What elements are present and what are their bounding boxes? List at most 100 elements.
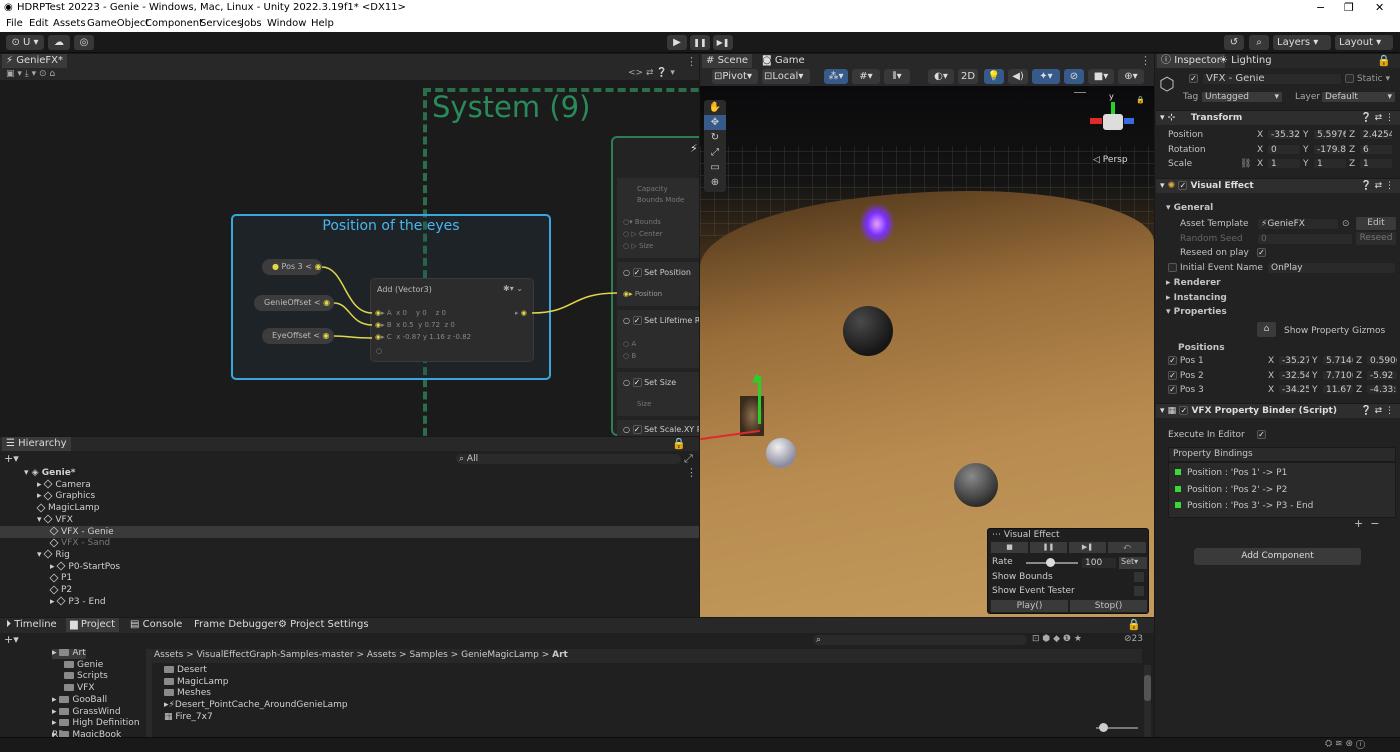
project-tree-item[interactable]: VFX [64, 682, 95, 694]
snap-icon[interactable]: ⁂▾ [824, 69, 848, 84]
binding-item[interactable]: Position : 'Pos 3' -> P3 - End [1175, 501, 1313, 511]
position-row-label[interactable]: ✓ Pos 1 [1168, 356, 1204, 366]
lock-icon[interactable]: 🔒 [1136, 96, 1145, 104]
minimize-button[interactable]: − [1316, 1, 1325, 14]
file-item[interactable]: Desert [164, 664, 207, 676]
tab-hierarchy[interactable]: ☰ Hierarchy [2, 437, 71, 451]
vfx-toolbar-right-icons[interactable]: <> ⇄ ❔ ▾ [628, 68, 675, 78]
asset-template-field[interactable]: ⚡GenieFX [1257, 218, 1339, 230]
tab-timeline[interactable]: ⏵ Timeline [2, 618, 61, 632]
hierarchy-item[interactable]: P1 [0, 572, 699, 584]
renderer-foldout[interactable]: ▸ Renderer [1166, 278, 1221, 288]
tab-project-settings[interactable]: ⚙ Project Settings [274, 618, 373, 632]
tab-geniefx[interactable]: ⚡ GenieFX* [2, 54, 67, 68]
stop-event-button[interactable]: Stop() [1070, 600, 1147, 612]
position-row-label[interactable]: ✓ Pos 2 [1168, 370, 1204, 381]
camera-icon[interactable]: ■▾ [1088, 69, 1114, 84]
overlay-stop-icon[interactable]: ■ [991, 542, 1028, 553]
audio-icon[interactable]: ◀) [1008, 69, 1028, 84]
breadcrumb-item[interactable]: Assets [154, 650, 183, 660]
object-picker-icon[interactable]: ⊙ [1342, 219, 1350, 229]
breadcrumb-item[interactable]: Samples [409, 650, 447, 660]
project-filter-icons[interactable]: ⊡ ⬢ ◆ ❶ ★ [1032, 634, 1082, 644]
menu-help[interactable]: Help [311, 18, 334, 29]
hierarchy-item[interactable]: ▾ Rig [0, 549, 699, 561]
project-tree-item[interactable]: ▸ MagicBook [52, 729, 121, 737]
layers-dropdown[interactable]: Layers ▾ [1273, 35, 1331, 50]
override-checkbox[interactable]: ✓ [1168, 370, 1177, 380]
gizmo-toggle-icon[interactable]: ⌂ [1257, 322, 1276, 337]
hand-tool-icon[interactable]: ✋ [704, 100, 726, 115]
tab-lighting[interactable]: ☀ Lighting [1215, 54, 1276, 68]
breadcrumb-item[interactable]: GenieMagicLamp [461, 650, 539, 660]
menu-component[interactable]: Component [145, 18, 203, 29]
hierarchy-item[interactable]: ▸ Camera [0, 479, 699, 491]
breadcrumb-item[interactable]: VisualEffectGraph-Samples-master [197, 650, 354, 660]
step-button[interactable]: ▶❚ [713, 35, 733, 50]
show-event-tester-checkbox[interactable] [1134, 586, 1144, 596]
overlay-step-icon[interactable]: ▶❚ [1069, 542, 1106, 553]
persp-label[interactable]: ◁ Persp [1093, 155, 1128, 165]
move-tool-icon[interactable]: ✥ [704, 115, 726, 130]
create-button[interactable]: +▾ [4, 452, 19, 465]
file-item[interactable]: ▦ Fire_7x7 [164, 711, 213, 723]
overlay-pause-icon[interactable]: ❚❚ [1030, 542, 1067, 553]
override-checkbox[interactable]: ✓ [1168, 356, 1177, 365]
project-tree-item[interactable]: Scripts [64, 670, 108, 682]
rotate-tool-icon[interactable]: ↻ [704, 130, 726, 145]
override-checkbox[interactable]: ✓ [1168, 385, 1177, 395]
visual-effect-header[interactable]: ▾ ✺ ✓ Visual Effect ❔ ⇄ ⋮ [1156, 178, 1400, 193]
reseed-button[interactable]: Reseed [1356, 232, 1396, 245]
general-foldout[interactable]: ▾ General [1166, 203, 1213, 213]
file-item[interactable]: ▸⚡Desert_PointCache_AroundGenieLamp [164, 699, 348, 711]
hierarchy-item[interactable]: ▾ ◈ Genie* [0, 467, 699, 479]
sphere-pos2[interactable] [954, 463, 998, 507]
object-name-field[interactable]: VFX - Genie [1202, 73, 1342, 85]
properties-foldout[interactable]: ▾ Properties [1166, 307, 1227, 317]
project-search[interactable]: ⌕ [812, 634, 1028, 646]
hidden-icon[interactable]: ⊘ [1064, 69, 1084, 84]
effects-icon[interactable]: ✦▾ [1032, 69, 1060, 84]
sphere-pos3[interactable] [766, 438, 796, 468]
rect-tool-icon[interactable]: ▭ [704, 160, 726, 175]
pos-row-x-field[interactable]: -34.25 [1278, 384, 1310, 396]
scene-menu-icon[interactable]: ⋮ [1140, 54, 1151, 67]
status-icons[interactable]: ⛭ ≋ ⊛ ⓘ [1325, 739, 1365, 749]
local-dropdown[interactable]: ⊡Local▾ [762, 69, 810, 84]
overlay-restart-icon[interactable]: ⤺ [1108, 542, 1146, 553]
collab-icon[interactable]: ◎ [74, 35, 94, 50]
project-tree-item[interactable]: ▸ GooBall [52, 694, 107, 706]
history-icon[interactable]: ↺ [1224, 35, 1244, 50]
tab-console[interactable]: ▤ Console [126, 618, 186, 632]
hierarchy-search[interactable]: ⌕ All [455, 453, 682, 465]
property-binder-header[interactable]: ▾ ▦ ✓ VFX Property Binder (Script) ❔ ⇄ ⋮ [1156, 403, 1400, 418]
scale-tool-icon[interactable]: ⤢ [704, 145, 726, 160]
hierarchy-item[interactable]: MagicLamp [0, 502, 699, 514]
add-binding-button[interactable]: + − [1354, 517, 1379, 530]
transform-tool-icon[interactable]: ⊕ [704, 175, 726, 190]
project-tree-item[interactable]: ▸ GrassWind [52, 706, 121, 718]
hierarchy-item[interactable]: ▸ Graphics [0, 490, 699, 502]
hidden-count[interactable]: ⊘23 [1124, 634, 1143, 644]
orientation-gizmo[interactable]: y [1088, 92, 1138, 148]
position-row-label[interactable]: ✓ Pos 3 [1168, 385, 1204, 395]
hierarchy-item[interactable]: ▸ P0-StartPos [0, 561, 699, 573]
vfx-graph-canvas[interactable]: System (9) Capacity Bounds Mode ○▾ Bound… [0, 80, 699, 436]
scl-x-field[interactable]: 1 [1267, 158, 1301, 169]
breadcrumb-item[interactable]: Art [552, 650, 568, 660]
cloud-icon[interactable]: ☁ [48, 35, 70, 50]
tag-dropdown[interactable]: Untagged ▾ [1201, 91, 1283, 103]
draw-mode-icon[interactable]: ◐▾ [928, 69, 954, 84]
hierarchy-item[interactable]: P2 [0, 584, 699, 596]
transform-header[interactable]: ▾ ⊹ Transform ❔ ⇄ ⋮ [1156, 110, 1400, 125]
play-button[interactable]: ▶ [667, 35, 687, 50]
drag-handle-icon[interactable]: ⋯ [992, 530, 1001, 540]
menu-services[interactable]: Services [200, 18, 242, 29]
increment-icon[interactable]: ⫴▾ [884, 69, 910, 84]
project-tree-item[interactable]: ▸ Art [52, 649, 86, 659]
expand-arrow-icon[interactable]: ▾ [24, 468, 32, 478]
pos-row-y-field[interactable]: 5.714( [1322, 355, 1354, 366]
close-button[interactable]: ✕ [1375, 1, 1384, 14]
binding-item[interactable]: Position : 'Pos 1' -> P1 [1175, 468, 1287, 478]
pos-row-x-field[interactable]: -32.54 [1278, 369, 1310, 381]
